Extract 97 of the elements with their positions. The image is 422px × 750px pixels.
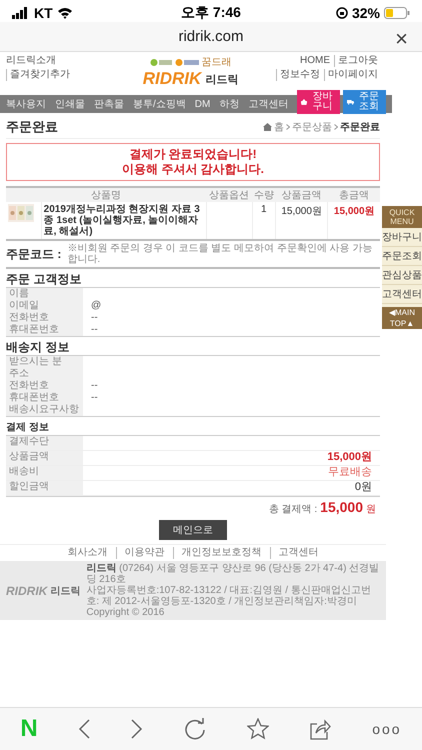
header-link[interactable]: 로그아웃 — [334, 55, 378, 67]
address-text[interactable]: ridrik.com — [178, 28, 244, 45]
site-name: 리드릭 — [205, 72, 238, 86]
quick-menu-item[interactable]: 고객센터 — [382, 285, 422, 304]
main-link[interactable]: ◀MAIN — [389, 307, 415, 318]
field-label: 휴대폰번호 — [6, 324, 83, 336]
footer-link[interactable]: 고객센터 — [270, 547, 318, 559]
quick-menu-item[interactable]: 장바구니 — [382, 228, 422, 247]
back-icon[interactable] — [78, 719, 90, 739]
battery-icon — [384, 7, 410, 19]
header-link[interactable]: 정보수정 — [276, 69, 320, 81]
reload-icon[interactable] — [184, 718, 206, 740]
partner-logo-icon — [174, 58, 198, 66]
menu-item[interactable]: 고객센터 — [248, 97, 288, 111]
star-icon[interactable] — [246, 718, 269, 740]
total-label: 총 결제액 : — [268, 503, 318, 516]
column-header: 상품금액 — [275, 187, 328, 202]
field-value: -- — [91, 312, 98, 323]
breadcrumb-link[interactable]: 주문상품 — [292, 120, 332, 134]
footer-link[interactable]: 이용약관 — [116, 547, 164, 559]
header-link[interactable]: 리드릭소개 — [6, 55, 56, 67]
currency-unit: 원 — [366, 503, 376, 516]
partner-logo-icon — [150, 58, 172, 66]
field-label: 배송시요구사항 — [6, 404, 83, 416]
share-icon[interactable] — [309, 718, 332, 740]
cart-button[interactable]: 장바구니 — [297, 90, 340, 114]
company-address: 리드릭 (07264) 서울 영등포구 양산로 96 (당산동 2가 47-4) 선경빌딩 216호 — [86, 563, 380, 585]
field-label: 주소 — [6, 368, 83, 380]
order-code-label: 주문코드 : — [6, 246, 62, 262]
site-logo[interactable]: RIDRIK — [142, 69, 202, 89]
partner-name: 꿈드래 — [202, 56, 232, 69]
field-value: -- — [91, 392, 98, 403]
close-button[interactable]: × — [395, 26, 408, 52]
header-link[interactable]: 마이페이지 — [324, 69, 378, 81]
success-message: 이용해 주셔서 감사합니다. — [122, 162, 264, 177]
field-label: 전화번호 — [6, 380, 83, 392]
menu-item[interactable]: 복사용지 — [6, 97, 46, 111]
menu-item[interactable]: 봉투/쇼핑백 — [133, 97, 186, 111]
field-label: 할인금액 — [6, 481, 83, 495]
footer-link[interactable]: 개인정보보호정책 — [172, 547, 262, 559]
wifi-icon — [56, 7, 73, 19]
field-value: -- — [91, 324, 98, 335]
field-value: 15,000원 — [327, 451, 372, 463]
breadcrumb-link[interactable]: 홈 — [274, 120, 284, 134]
order-code-note: ※비회원 주문의 경우 이 코드를 별도 메모하여 주문확인에 사용 가능합니다. — [67, 243, 374, 265]
chevron-icon — [334, 124, 338, 130]
header-link[interactable]: 즐겨찾기추가 — [6, 69, 70, 81]
field-value: @ — [91, 300, 102, 311]
breadcrumb-link[interactable]: 주문완료 — [340, 120, 380, 134]
truck-icon — [346, 98, 354, 106]
battery-percent: 32% — [352, 5, 380, 21]
field-label: 이메일 — [6, 300, 83, 312]
menu-item[interactable]: 인쇄물 — [55, 97, 85, 111]
field-value: 0원 — [354, 481, 372, 493]
field-label: 이름 — [6, 288, 83, 300]
table-cell: 1 — [252, 202, 276, 240]
menu-item[interactable]: 하청 — [219, 97, 240, 111]
menu-item[interactable]: 판촉물 — [94, 97, 124, 111]
column-header: 수량 — [252, 187, 276, 202]
more-button[interactable]: ooo — [372, 721, 402, 737]
footer-logo: RIDRIK — [6, 584, 48, 598]
rotation-lock-icon — [336, 7, 348, 19]
field-label: 전화번호 — [6, 312, 83, 324]
signal-icon — [12, 7, 30, 19]
top-link[interactable]: TOP▲ — [390, 318, 414, 329]
footer-site-name: 리드릭 — [50, 584, 80, 598]
home-icon — [263, 123, 272, 131]
quick-menu-item[interactable]: 주문조회 — [382, 247, 422, 266]
field-label: 배송비 — [6, 466, 83, 480]
column-header: 상품옵션 — [206, 187, 252, 202]
field-label: 휴대폰번호 — [6, 392, 83, 404]
field-value: 무료배송 — [328, 466, 372, 478]
column-header: 상품명 — [6, 187, 206, 202]
menu-item[interactable]: DM — [194, 98, 210, 110]
field-label: 결제수단 — [6, 436, 83, 450]
header-link[interactable]: HOME — [300, 55, 330, 67]
chevron-icon — [286, 124, 290, 130]
field-value: -- — [91, 380, 98, 391]
quick-menu-item[interactable]: 관심상품 — [382, 266, 422, 285]
order-lookup-button[interactable]: 주문조회 — [342, 90, 386, 114]
clock-time: 오후 7:46 — [181, 4, 241, 22]
company-info: 사업자등록번호:107-82-13122 / 대표:김영원 / 통신판매업신고번호: 제 2012-서울영등포-1320호 / 개인정보관리책임자:박경미 Copyright © 2016 — [86, 585, 372, 618]
field-label: 받으시는 분 — [6, 356, 83, 368]
forward-icon[interactable] — [131, 719, 144, 739]
field-label: 상품금액 — [6, 451, 83, 465]
main-button[interactable]: 메인으로 — [159, 520, 227, 540]
table-cell: 15,000원 — [275, 202, 328, 240]
success-message: 결제가 완료되었습니다! — [129, 147, 257, 162]
table-cell: 15,000원 — [328, 202, 380, 240]
footer-link[interactable]: 회사소개 — [68, 547, 108, 559]
quick-menu-title: QUICK MENU — [382, 206, 422, 228]
basket-icon — [301, 98, 308, 106]
page-title: 주문완료 — [6, 118, 58, 136]
total-amount: 15,000 — [320, 499, 363, 515]
column-header: 총금액 — [328, 187, 380, 202]
carrier-name: KT — [34, 5, 53, 21]
product-name[interactable]: 2019개정누리과정 현장지원 자료 3종 1set (놀이실행자료, 놀이이해자료, 해설서) — [41, 202, 206, 240]
